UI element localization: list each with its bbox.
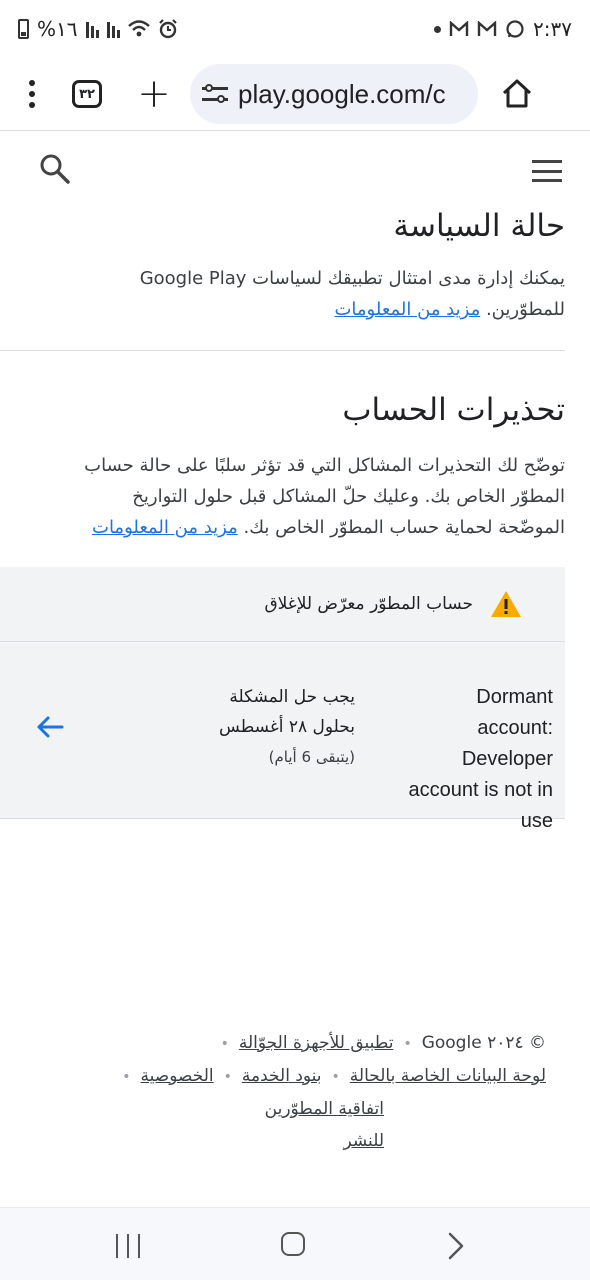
url-text: play.google.com/c	[238, 78, 446, 109]
policy-desc-line2-text: للمطوّرين.	[485, 299, 565, 320]
toolbar-divider	[0, 130, 590, 131]
issue-status-line: Dormant	[476, 686, 553, 708]
search-icon[interactable]	[38, 152, 72, 186]
issue-status-line: account is not in	[408, 779, 553, 801]
back-chevron-icon[interactable]	[448, 1232, 464, 1260]
gmail-icon	[449, 21, 469, 36]
battery-level: %١٦	[37, 17, 78, 41]
signal-icon-2	[106, 20, 120, 38]
section-divider	[0, 350, 565, 351]
page-footer: © ٢٠٢٤ Google • تطبيق للأجهزة الجوّالة • لو…	[66, 1027, 546, 1157]
footer-separator: •	[223, 1069, 232, 1085]
warning-list-item[interactable]: Dormant account: Developer account is no…	[0, 641, 565, 832]
tab-switcher-button[interactable]: ٣٢	[72, 80, 102, 108]
home-button-icon[interactable]	[281, 1232, 305, 1256]
gmail-icon-2	[477, 21, 497, 36]
recent-apps-icon[interactable]	[116, 1234, 140, 1258]
days-remaining: (يتبقى 6 أيام)	[268, 748, 355, 766]
issue-status-line: account:	[477, 717, 553, 739]
system-navigation-bar	[0, 1207, 590, 1280]
deadline-line1: يجب حل المشكلة	[229, 687, 355, 707]
warnings-desc-line1: توضّح لك التحذيرات المشاكل التي قد تؤثر …	[84, 455, 565, 476]
account-warnings-description: توضّح لك التحذيرات المشاكل التي قد تؤثر …	[25, 450, 565, 543]
policy-desc-line1: يمكنك إدارة مدى امتثال تطبيقك لسياسات Go…	[139, 268, 565, 289]
copyright: © ٢٠٢٤ Google	[421, 1033, 546, 1053]
battery-icon	[18, 19, 29, 39]
policy-status-description: يمكنك إدارة مدى امتثال تطبيقك لسياسات Go…	[25, 263, 565, 325]
terms-link[interactable]: بنود الخدمة	[242, 1066, 322, 1086]
wifi-icon	[127, 20, 150, 37]
account-closure-banner: حساب المطوّر معرّض للإغلاق	[0, 567, 565, 641]
issue-status: Dormant account: Developer account is no…	[373, 682, 553, 837]
warnings-desc-line2: المطوّر الخاص بك. وعليك حلّ المشاكل قبل …	[132, 486, 565, 507]
developer-agreement-link[interactable]: اتفاقية المطوّرين	[265, 1099, 384, 1119]
new-tab-button[interactable]: +	[136, 74, 172, 114]
site-settings-icon[interactable]	[202, 83, 228, 105]
status-bar: %١٦ ٢:٣٧	[0, 0, 590, 58]
signal-icon	[85, 20, 99, 38]
browser-toolbar: ٣٢ + play.google.com/c	[0, 58, 590, 130]
footer-separator: •	[220, 1036, 229, 1052]
hamburger-menu-icon[interactable]	[532, 160, 562, 182]
footer-line1: © ٢٠٢٤ Google • تطبيق للأجهزة الجوّالة •	[66, 1027, 546, 1060]
policy-learn-more-link[interactable]: مزيد من المعلومات	[334, 299, 480, 320]
account-warnings-title: تحذيرات الحساب	[342, 392, 565, 428]
developer-agreement-link-cont[interactable]: للنشر	[344, 1131, 384, 1151]
warnings-desc-line3-text: الموضّحة لحماية حساب المطوّر الخاص بك.	[243, 517, 565, 538]
warnings-desc-line3: الموضّحة لحماية حساب المطوّر الخاص بك. م…	[25, 512, 565, 543]
overflow-menu-icon[interactable]	[14, 69, 50, 119]
footer-line4: للنشر	[66, 1125, 546, 1157]
clock: ٢:٣٧	[533, 17, 572, 41]
mobile-app-link[interactable]: تطبيق للأجهزة الجوّالة	[239, 1033, 394, 1053]
footer-line2: لوحة البيانات الخاصة بالحالة • بنود الخدمة…	[66, 1060, 546, 1093]
footer-line3: اتفاقية المطوّرين	[66, 1093, 546, 1125]
footer-separator: •	[122, 1069, 131, 1085]
system-indicators: %١٦	[18, 17, 178, 41]
policy-desc-line2: للمطوّرين. مزيد من المعلومات	[25, 294, 565, 325]
issue-status-line: Developer	[461, 748, 553, 770]
tab-count: ٣٢	[79, 86, 95, 102]
home-icon[interactable]	[500, 77, 534, 111]
footer-separator: •	[403, 1036, 412, 1052]
alarm-icon	[158, 19, 177, 39]
issue-status-line: use	[520, 810, 553, 832]
warning-icon	[491, 591, 521, 617]
whatsapp-icon	[506, 20, 524, 38]
footer-separator: •	[331, 1069, 340, 1085]
deadline-line2: بحلول ٢٨ أغسطس	[219, 717, 355, 737]
banner-text: حساب المطوّر معرّض للإغلاق	[264, 594, 473, 614]
status-dashboard-link[interactable]: لوحة البيانات الخاصة بالحالة	[350, 1066, 546, 1086]
notification-area: ٢:٣٧	[434, 17, 572, 41]
address-bar[interactable]: play.google.com/c	[190, 64, 478, 124]
policy-status-title: حالة السياسة	[393, 208, 565, 244]
issue-deadline: يجب حل المشكلة بحلول ٢٨ أغسطس (يتبقى 6 أ…	[175, 682, 355, 772]
warnings-learn-more-link[interactable]: مزيد من المعلومات	[92, 517, 238, 538]
more-notifications-dot	[434, 25, 442, 33]
arrow-left-icon[interactable]	[36, 715, 64, 739]
privacy-link[interactable]: الخصوصية	[141, 1066, 214, 1086]
